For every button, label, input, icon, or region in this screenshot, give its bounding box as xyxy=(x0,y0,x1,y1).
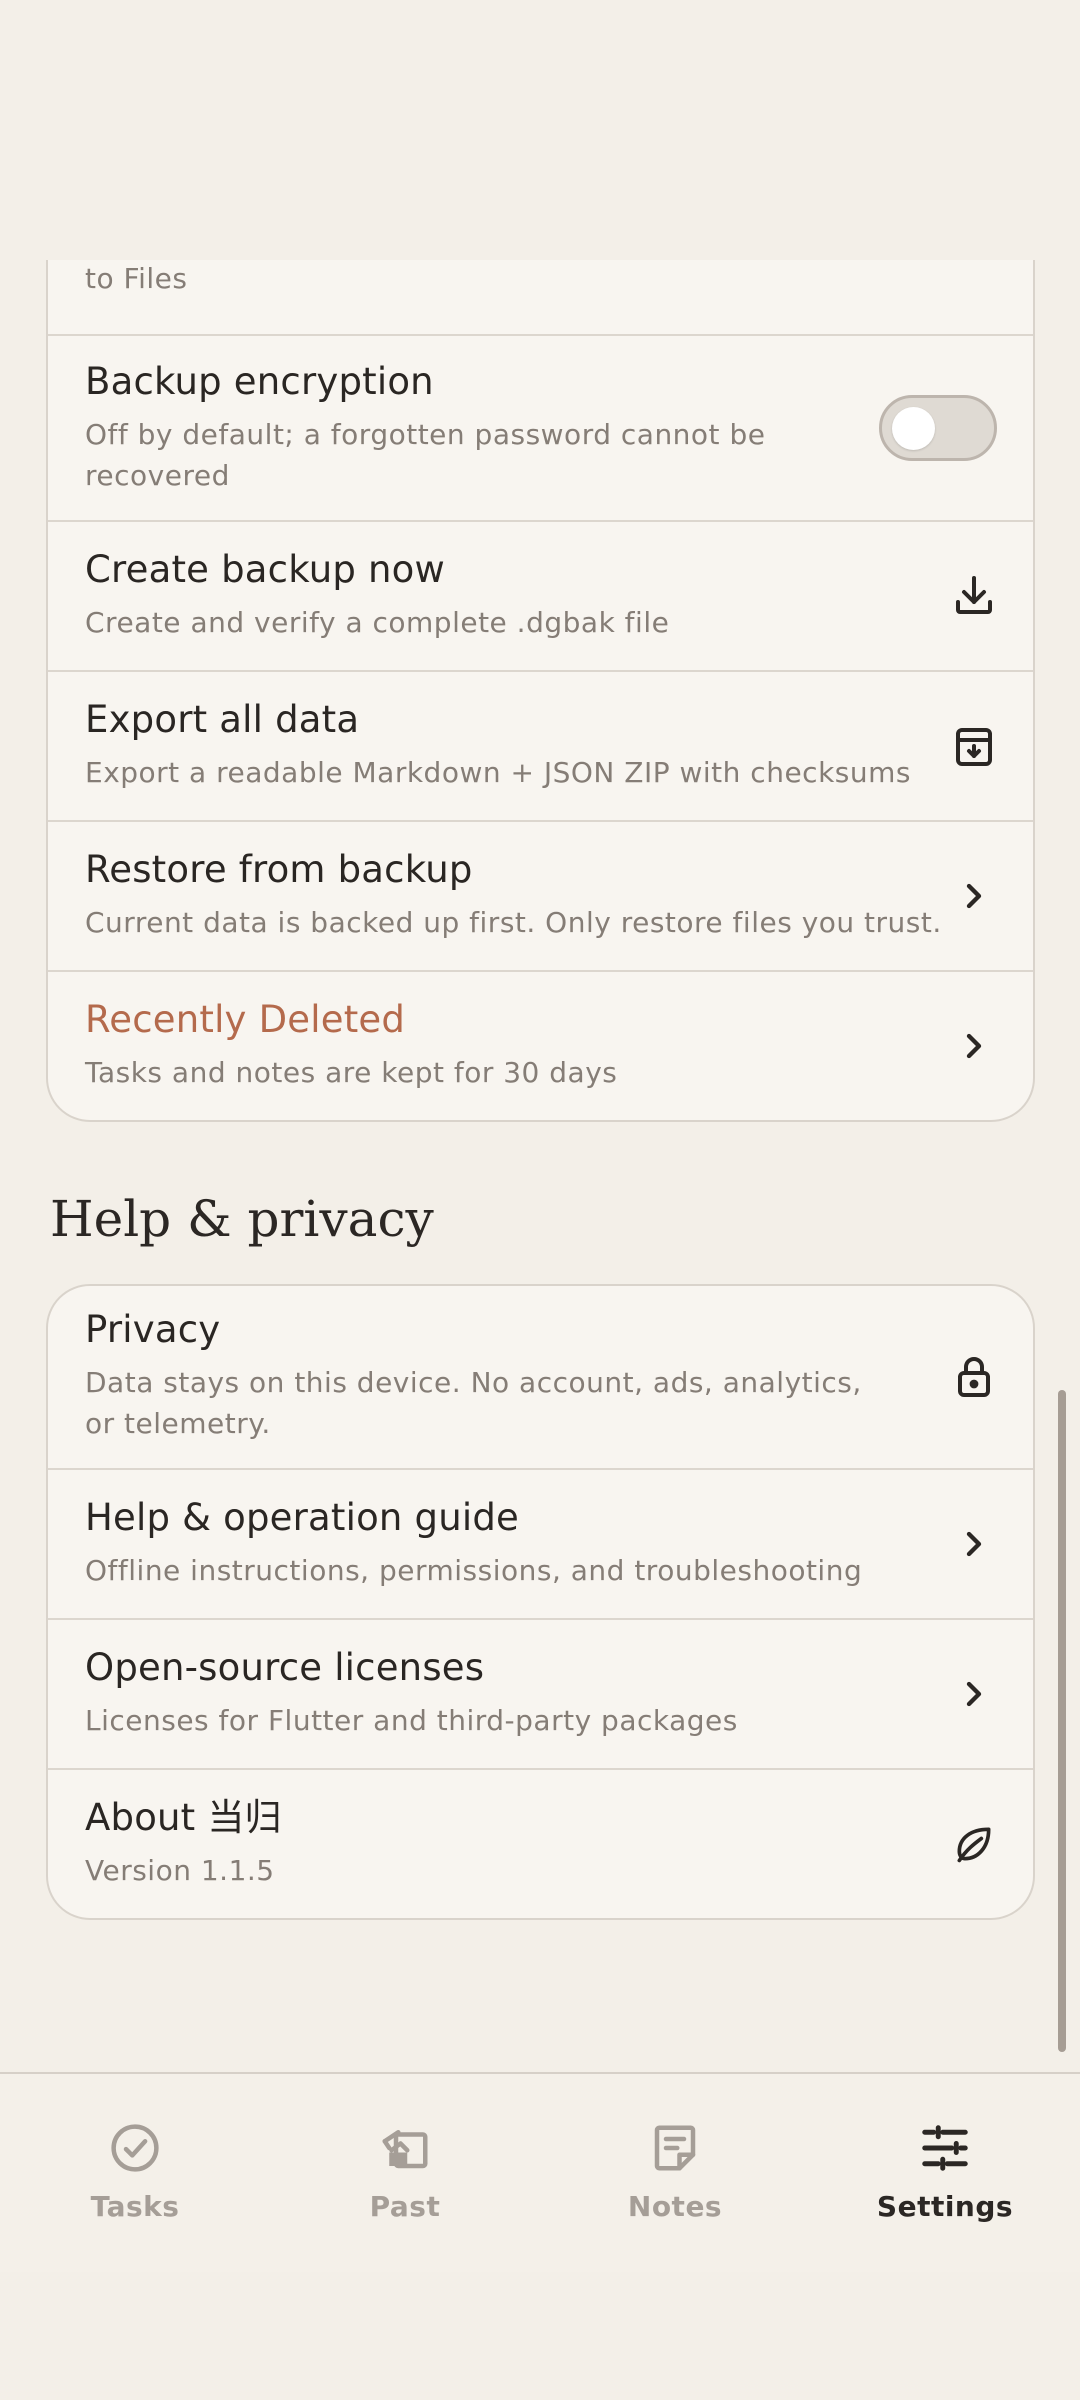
sliders-icon xyxy=(917,2120,973,2176)
settings-scroll-area[interactable]: Daily copies stay in app; manual copies … xyxy=(0,260,1080,2072)
bottom-navigation: Tasks Past Notes Settings xyxy=(0,2072,1080,2272)
scrollbar-thumb[interactable] xyxy=(1058,1390,1066,2052)
chevron-right-icon xyxy=(947,869,1001,923)
download-icon xyxy=(947,569,1001,623)
licenses-subtitle: Licenses for Flutter and third-party pac… xyxy=(85,1704,738,1737)
export-data-row[interactable]: Export all data Export a readable Markdo… xyxy=(48,672,1033,822)
help-privacy-heading: Help & privacy xyxy=(50,1190,434,1248)
chevron-right-icon xyxy=(947,1517,1001,1571)
check-circle-icon xyxy=(107,2120,163,2176)
about-title: About 当归 xyxy=(85,1796,282,1839)
chevron-right-icon xyxy=(947,1019,1001,1073)
nav-notes-label: Notes xyxy=(627,2190,723,2223)
leaf-icon xyxy=(947,1817,1001,1871)
create-backup-row[interactable]: Create backup now Create and verify a co… xyxy=(48,522,1033,672)
help-privacy-card: Privacy Data stays on this device. No ac… xyxy=(46,1284,1035,1920)
recently-deleted-subtitle: Tasks and notes are kept for 30 days xyxy=(85,1056,618,1089)
export-data-title: Export all data xyxy=(85,698,360,741)
backup-encryption-toggle[interactable] xyxy=(879,395,997,461)
help-guide-subtitle: Offline instructions, permissions, and t… xyxy=(85,1554,863,1587)
restore-backup-subtitle: Current data is backed up first. Only re… xyxy=(85,906,942,939)
chevron-right-icon xyxy=(947,1667,1001,1721)
archive-download-icon xyxy=(947,719,1001,773)
privacy-subtitle: Data stays on this device. No account, a… xyxy=(85,1366,862,1440)
lock-icon xyxy=(947,1350,1001,1404)
create-backup-subtitle: Create and verify a complete .dgbak file xyxy=(85,606,670,639)
create-backup-title: Create backup now xyxy=(85,548,445,591)
help-guide-title: Help & operation guide xyxy=(85,1496,520,1539)
nav-tasks[interactable]: Tasks xyxy=(0,2074,270,2272)
nav-settings[interactable]: Settings xyxy=(810,2074,1080,2272)
about-row[interactable]: About 当归 Version 1.1.5 xyxy=(48,1770,1033,1918)
privacy-title: Privacy xyxy=(85,1308,221,1351)
licenses-title: Open-source licenses xyxy=(85,1646,485,1689)
restore-backup-title: Restore from backup xyxy=(85,848,473,891)
restore-backup-row[interactable]: Restore from backup Current data is back… xyxy=(48,822,1033,972)
nav-notes[interactable]: Notes xyxy=(540,2074,810,2272)
recently-deleted-title: Recently Deleted xyxy=(85,998,406,1041)
backup-location-subtitle: Daily copies stay in app; manual copies … xyxy=(85,262,188,295)
privacy-row[interactable]: Privacy Data stays on this device. No ac… xyxy=(48,1286,1033,1470)
backup-encryption-row[interactable]: Backup encryption Off by default; a forg… xyxy=(48,336,1033,522)
help-guide-row[interactable]: Help & operation guide Offline instructi… xyxy=(48,1470,1033,1620)
backup-encryption-subtitle: Off by default; a forgotten password can… xyxy=(85,418,766,492)
about-subtitle: Version 1.1.5 xyxy=(85,1854,275,1887)
toggle-knob xyxy=(892,407,935,450)
licenses-row[interactable]: Open-source licenses Licenses for Flutte… xyxy=(48,1620,1033,1770)
nav-past-label: Past xyxy=(369,2190,441,2223)
nav-tasks-label: Tasks xyxy=(90,2190,180,2223)
backup-encryption-title: Backup encryption xyxy=(85,360,434,403)
export-data-subtitle: Export a readable Markdown + JSON ZIP wi… xyxy=(85,756,911,789)
backup-card: Daily copies stay in app; manual copies … xyxy=(46,260,1035,1122)
nav-settings-label: Settings xyxy=(876,2190,1014,2223)
past-icon xyxy=(377,2120,433,2176)
backup-location-row[interactable]: Daily copies stay in app; manual copies … xyxy=(48,260,1033,336)
recently-deleted-row[interactable]: Recently Deleted Tasks and notes are kep… xyxy=(48,972,1033,1120)
note-icon xyxy=(647,2120,703,2176)
nav-past[interactable]: Past xyxy=(270,2074,540,2272)
